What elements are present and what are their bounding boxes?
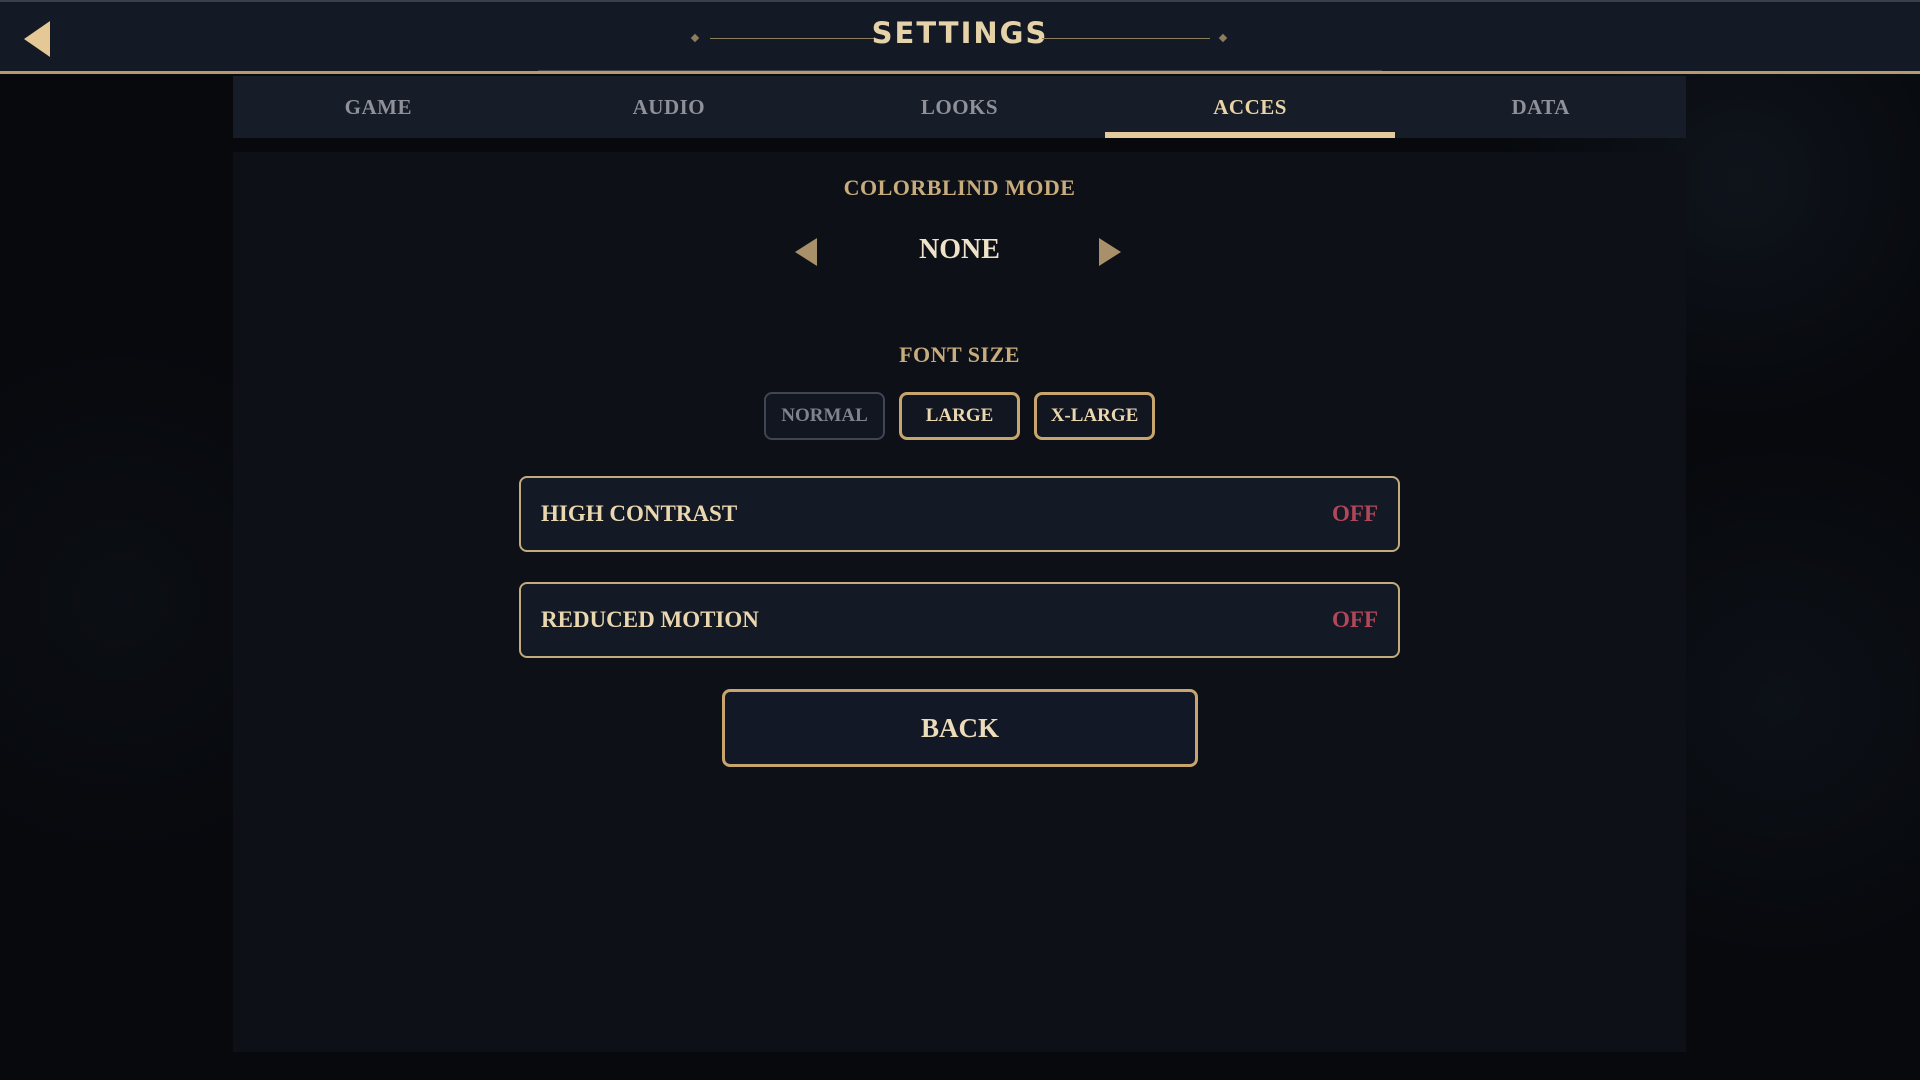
tab-game[interactable]: GAME — [233, 76, 524, 138]
tab-audio[interactable]: AUDIO — [524, 76, 815, 138]
back-arrow-icon[interactable] — [22, 19, 52, 59]
font-size-label: FONT SIZE — [899, 342, 1020, 367]
tab-looks[interactable]: LOOKS — [814, 76, 1105, 138]
title-frame: SETTINGS — [538, 8, 1382, 71]
colorblind-mode-label: COLORBLIND MODE — [843, 175, 1076, 200]
settings-tabs: GAME AUDIO LOOKS ACCES DATA — [233, 76, 1686, 138]
title-line-right — [1042, 38, 1210, 39]
colorblind-next-button[interactable] — [1097, 236, 1123, 268]
top-bar: SETTINGS — [0, 0, 1920, 74]
reduced-motion-value: OFF — [1332, 607, 1378, 632]
font-size-normal-button[interactable]: NORMAL — [764, 392, 885, 440]
tab-acces[interactable]: ACCES — [1104, 76, 1396, 138]
font-size-large-button[interactable]: LARGE — [899, 392, 1020, 440]
font-size-options: NORMAL LARGE X-LARGE — [233, 392, 1686, 440]
reduced-motion-toggle[interactable]: REDUCED MOTION OFF — [519, 582, 1400, 658]
colorblind-mode-value: NONE — [919, 234, 1000, 265]
accessibility-panel: COLORBLIND MODE NONE FONT SIZE NORMAL LA… — [233, 152, 1686, 1052]
high-contrast-label: HIGH CONTRAST — [541, 501, 738, 526]
high-contrast-toggle[interactable]: HIGH CONTRAST OFF — [519, 476, 1400, 552]
high-contrast-value: OFF — [1332, 501, 1378, 526]
page-title: SETTINGS — [871, 16, 1049, 50]
reduced-motion-label: REDUCED MOTION — [541, 607, 759, 632]
triangle-right-icon — [1099, 238, 1121, 266]
tab-data[interactable]: DATA — [1395, 76, 1686, 138]
back-button[interactable]: BACK — [722, 689, 1198, 767]
font-size-xlarge-button[interactable]: X-LARGE — [1034, 392, 1155, 440]
